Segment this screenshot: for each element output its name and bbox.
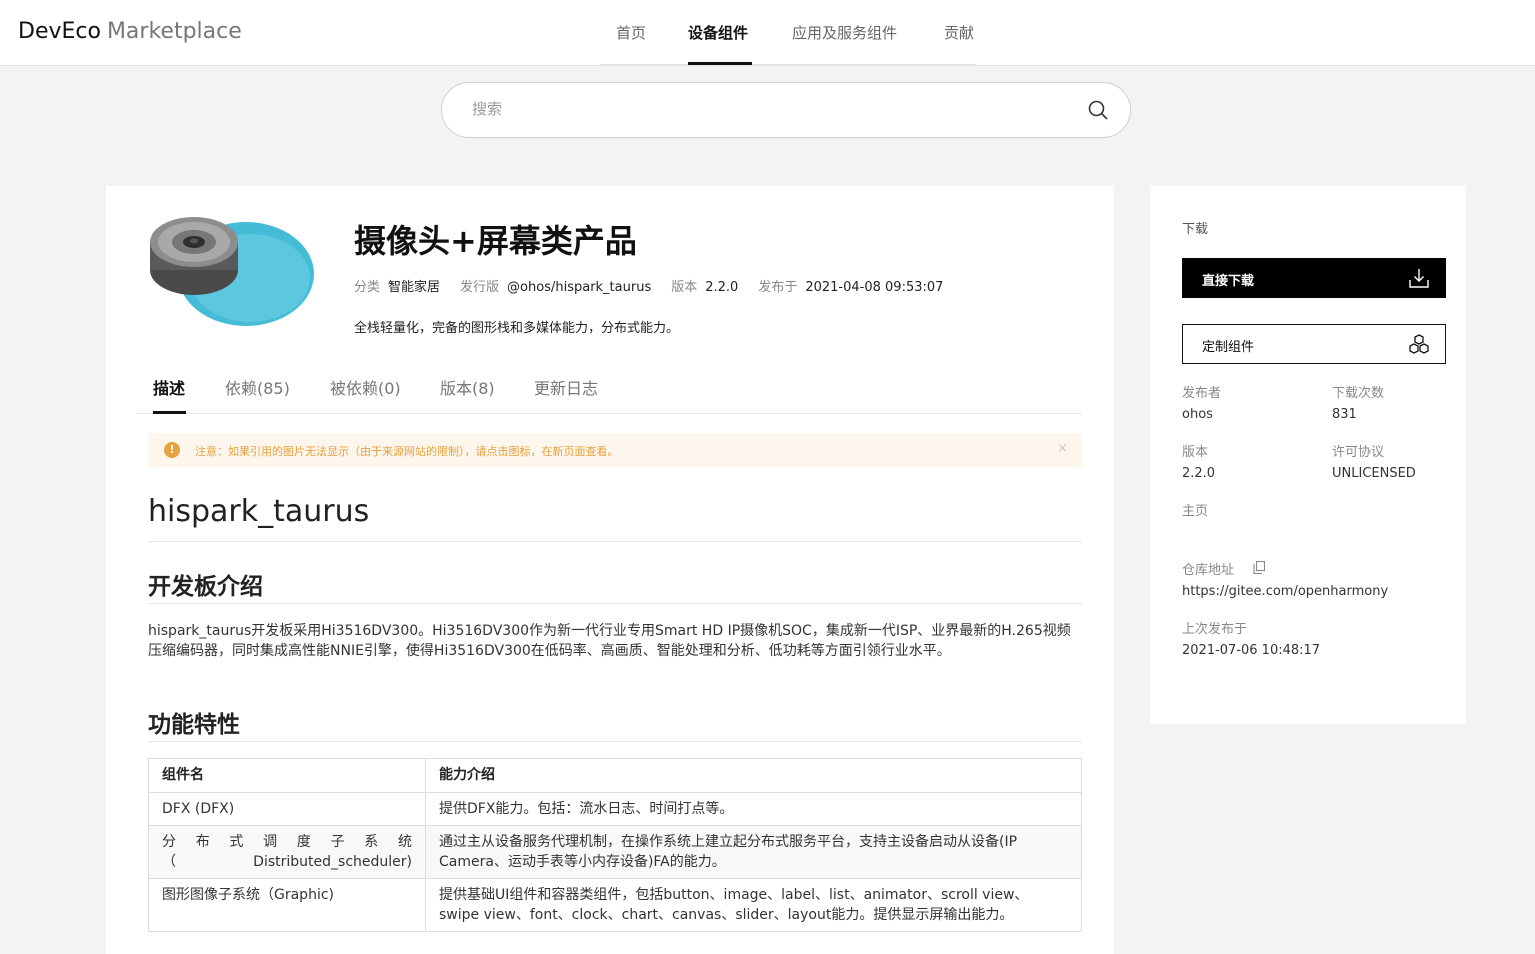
warning-icon: ! (164, 442, 180, 458)
divider (148, 603, 1082, 604)
table-cell: DFX (DFX) (148, 792, 426, 826)
table-cell: 图形图像子系统（Graphic) (148, 878, 426, 932)
category-value[interactable]: 智能家居 (388, 280, 440, 295)
tab-versions[interactable]: 版本(8) (440, 375, 495, 399)
notice-text: 注意：如果引用的图片无法显示（由于来源网站的限制），请点击图标，在新页面查看。 (195, 445, 619, 458)
nav-contribute[interactable]: 贡献 (944, 22, 974, 43)
table-header-row: 组件名 能力介绍 (148, 758, 1082, 793)
table-cell: 提供DFX能力。包括：流水日志、时间打点等。 (425, 792, 1082, 826)
published-label: 发布于 (758, 280, 798, 295)
tab-changelog[interactable]: 更新日志 (534, 375, 598, 399)
downloads-value: 831 (1332, 407, 1357, 422)
version-value: 2.2.0 (1182, 466, 1216, 481)
table-row: 图形图像子系统（Graphic) 提供基础UI组件和容器类组件，包括button… (148, 878, 1082, 932)
nav-home[interactable]: 首页 (616, 22, 646, 43)
section-heading-board: 开发板介绍 (148, 574, 263, 600)
product-meta: 分类 智能家居 发行版 @ohos/hispark_taurus 版本 2.2.0 发布于 2… (354, 276, 963, 295)
component-detail-card: 摄像头+屏幕类产品 分类 智能家居 发行版 @ohos/hispark_taurus 版… (106, 186, 1114, 954)
homepage-label: 主页 (1182, 504, 1209, 519)
tab-description[interactable]: 描述 (153, 375, 185, 399)
features-table: 组件名 能力介绍 DFX (DFX) 提供DFX能力。包括：流水日志、时间打点等… (148, 758, 1082, 932)
release-value: @ohos/hispark_taurus (507, 280, 652, 295)
copy-icon[interactable] (1253, 561, 1265, 574)
customize-component-label: 定制组件 (1202, 340, 1255, 355)
table-cell: 分布式调度子系统（Distributed_scheduler) (148, 825, 426, 879)
download-icon (1409, 269, 1429, 288)
customize-component-button[interactable]: 定制组件 (1182, 324, 1446, 364)
nav-active-indicator (688, 62, 752, 65)
repo-link[interactable]: https://gitee.com/openharmony (1182, 584, 1388, 599)
cubes-icon (1409, 334, 1429, 354)
tab-dependents[interactable]: 被依赖(0) (330, 375, 401, 399)
direct-download-label: 直接下载 (1202, 274, 1255, 289)
board-description: hispark_taurus开发板采用Hi3516DV300。Hi3516DV3… (148, 623, 1071, 659)
search-icon[interactable] (1087, 99, 1109, 121)
nav-app-service-components[interactable]: 应用及服务组件 (792, 22, 897, 43)
version-label: 版本 (671, 280, 698, 295)
published-value: 2021-04-08 09:53:07 (805, 280, 944, 295)
downloads-label: 下载次数 (1332, 386, 1385, 401)
nav-device-components[interactable]: 设备组件 (688, 22, 748, 43)
table-cell: 提供基础UI组件和容器类组件，包括button、image、label、list… (425, 878, 1082, 932)
search-input[interactable] (472, 100, 1032, 118)
tab-active-indicator (153, 411, 186, 414)
download-sidebar: 下载 直接下载 定制组件 发布者 ohos 下载次数 831 版本 2.2.0 … (1150, 186, 1466, 724)
publisher-label: 发布者 (1182, 386, 1222, 401)
close-icon[interactable]: × (1057, 441, 1068, 456)
image-notice: ! 注意：如果引用的图片无法显示（由于来源网站的限制），请点击图标，在新页面查看… (148, 433, 1082, 467)
last-published-value: 2021-07-06 10:48:17 (1182, 643, 1321, 658)
version-value: 2.2.0 (705, 280, 739, 295)
last-published-label: 上次发布于 (1182, 622, 1248, 637)
version-label: 版本 (1182, 445, 1209, 460)
divider (148, 741, 1082, 742)
license-value: UNLICENSED (1332, 466, 1416, 481)
release-label: 发行版 (460, 280, 500, 295)
brand-sub: Marketplace (106, 19, 242, 44)
readme-title: hispark_taurus (148, 494, 370, 529)
detail-tabs: 描述 依赖(85) 被依赖(0) 版本(8) 更新日志 (136, 375, 1082, 414)
search-bar (441, 82, 1131, 138)
publisher-value: ohos (1182, 407, 1213, 422)
sidebar-title: 下载 (1182, 222, 1209, 237)
section-heading-features: 功能特性 (148, 712, 240, 738)
main-nav: 首页 设备组件 应用及服务组件 贡献 (600, 0, 976, 65)
table-cell: 通过主从设备服务代理机制，在操作系统上建立起分布式服务平台，支持主设备启动从设备… (425, 825, 1082, 879)
product-title: 摄像头+屏幕类产品 (354, 222, 637, 260)
table-row: 分布式调度子系统（Distributed_scheduler) 通过主从设备服务… (148, 825, 1082, 879)
column-header: 能力介绍 (425, 758, 1082, 793)
top-bar: DevEco Marketplace 首页 设备组件 应用及服务组件 贡献 (0, 0, 1535, 66)
repo-label: 仓库地址 (1182, 563, 1235, 578)
divider (148, 541, 1082, 542)
product-summary: 全栈轻量化，完备的图形栈和多媒体能力，分布式能力。 (354, 321, 680, 336)
direct-download-button[interactable]: 直接下载 (1182, 258, 1446, 298)
product-image (150, 217, 314, 326)
category-label: 分类 (354, 280, 381, 295)
license-label: 许可协议 (1332, 445, 1385, 460)
tab-dependencies[interactable]: 依赖(85) (225, 375, 290, 399)
table-row: DFX (DFX) 提供DFX能力。包括：流水日志、时间打点等。 (148, 792, 1082, 826)
brand-logo[interactable]: DevEco Marketplace (18, 19, 242, 44)
column-header: 组件名 (148, 758, 426, 793)
brand-main: DevEco (18, 19, 101, 44)
